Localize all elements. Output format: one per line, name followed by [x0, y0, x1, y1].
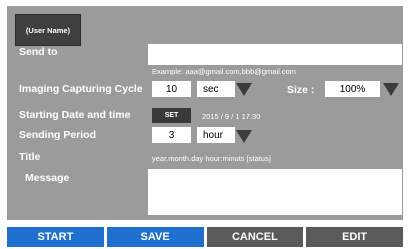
imaging-cycle-value: 10	[165, 84, 178, 95]
send-to-input[interactable]	[148, 44, 402, 65]
save-button[interactable]: SAVE	[106, 227, 204, 247]
size-label: Size :	[287, 84, 315, 96]
start-button[interactable]: START	[7, 227, 104, 247]
action-bar: START SAVE CANCEL EDIT	[7, 227, 403, 247]
title-label: Title	[19, 151, 41, 163]
message-textarea[interactable]	[148, 169, 402, 215]
starting-datetime-label: Starting Date and time	[19, 109, 131, 121]
edit-button[interactable]: EDIT	[306, 227, 403, 247]
sending-period-value: 3	[168, 130, 175, 141]
imaging-cycle-unit: sec	[203, 84, 219, 95]
imaging-cycle-input[interactable]: 10	[152, 81, 191, 97]
size-select[interactable]: 100%	[325, 81, 380, 97]
size-dropdown-icon[interactable]	[383, 83, 399, 96]
sending-period-dropdown-icon[interactable]	[236, 130, 252, 143]
imaging-cycle-dropdown-icon[interactable]	[236, 83, 252, 96]
message-label: Message	[25, 172, 70, 184]
send-to-example: Example: aaa@gmail.com,bbb@gmail.com	[152, 67, 297, 76]
user-name-tab[interactable]: (User Name)	[15, 14, 81, 46]
sending-period-label: Sending Period	[19, 129, 97, 141]
imaging-cycle-label: Imaging Capturing Cycle	[19, 83, 143, 95]
sending-period-input[interactable]: 3	[152, 127, 191, 143]
sending-period-unit: hour	[203, 130, 224, 141]
settings-panel: (User Name) Send to Example: aaa@gmail.c…	[7, 6, 403, 220]
starting-datetime-value: 2015 / 9 / 1 17:30	[202, 112, 261, 121]
cancel-button[interactable]: CANCEL	[206, 227, 304, 247]
title-format: year.month.day hour:minuts [status]	[152, 154, 271, 163]
set-button[interactable]: SET	[152, 108, 191, 123]
sending-period-unit-select[interactable]: hour	[197, 127, 235, 143]
imaging-cycle-unit-select[interactable]: sec	[197, 81, 235, 97]
size-value: 100%	[339, 84, 366, 95]
send-to-label: Send to	[19, 46, 58, 58]
